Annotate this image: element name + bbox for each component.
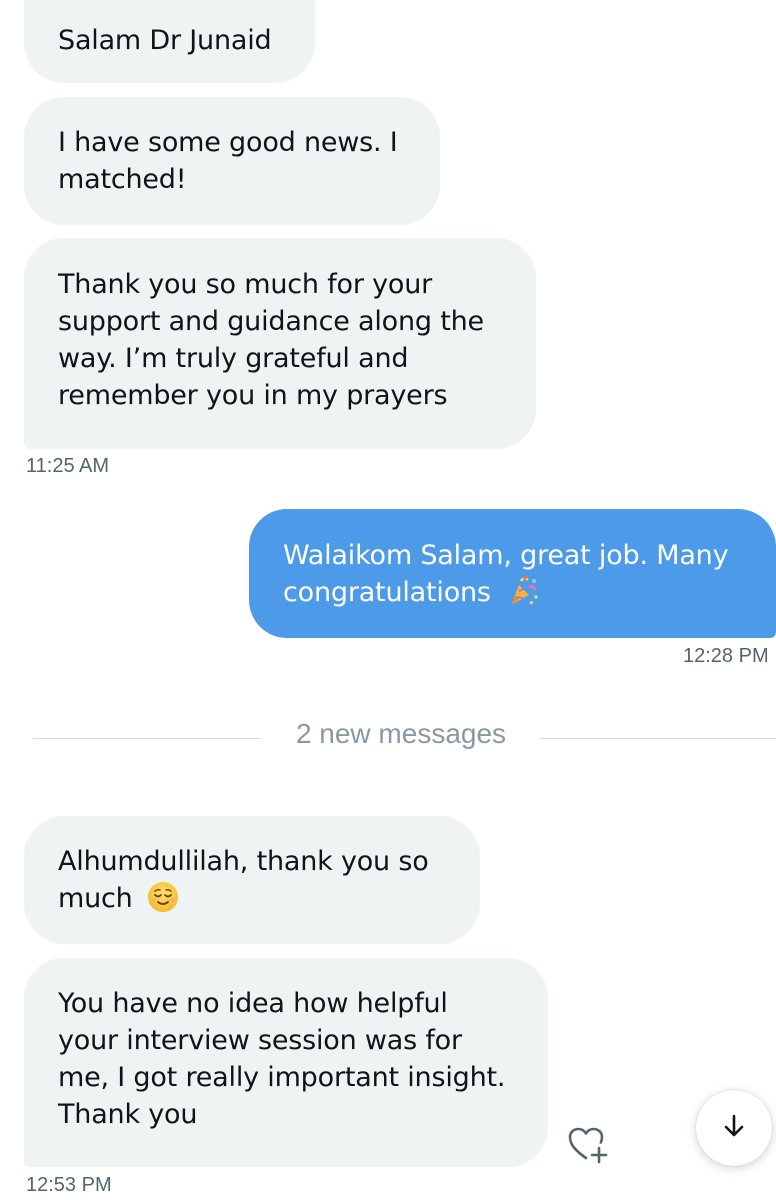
divider-line-right	[540, 738, 776, 739]
message-text: much	[58, 883, 133, 914]
message-text: Alhumdullilah, thank you so	[58, 846, 429, 877]
relieved-face-emoji	[147, 881, 179, 923]
message-text: support and guidance along the	[58, 306, 484, 337]
message-text: Salam Dr Junaid	[58, 25, 272, 56]
message-bubble-incoming[interactable]: Alhumdullilah, thank you so much	[24, 816, 480, 944]
message-text: You have no idea how helpful	[58, 988, 448, 1019]
message-timestamp: 12:53 PM	[26, 1174, 112, 1196]
heart-plus-icon	[566, 1127, 610, 1170]
message-text: Walaikom Salam, great job. Many	[283, 540, 729, 571]
message-text: I have some good news. I	[58, 127, 398, 158]
message-text: way. I’m truly grateful and	[58, 343, 409, 374]
message-text: matched!	[58, 164, 187, 195]
divider-line-left	[33, 738, 261, 739]
message-bubble-incoming[interactable]: Salam Dr Junaid	[24, 0, 315, 83]
message-bubble-incoming[interactable]: Thank you so much for your support and g…	[24, 238, 536, 449]
add-reaction-button[interactable]	[566, 1122, 610, 1166]
scroll-to-bottom-button[interactable]	[696, 1090, 772, 1166]
message-timestamp: 11:25 AM	[26, 455, 110, 477]
message-text: me, I got really important insight.	[58, 1062, 506, 1093]
message-text: congratulations	[283, 577, 491, 608]
message-timestamp: 12:28 PM	[683, 645, 769, 667]
message-text: Thank you	[58, 1099, 198, 1130]
message-text: Thank you so much for your	[58, 269, 433, 300]
message-line: congratulations	[283, 574, 748, 617]
message-bubble-incoming[interactable]: You have no idea how helpful your interv…	[24, 958, 548, 1167]
arrow-down-icon	[720, 1112, 748, 1144]
message-line: much	[58, 880, 448, 923]
message-bubble-incoming[interactable]: I have some good news. I matched!	[24, 97, 440, 225]
message-bubble-outgoing[interactable]: Walaikom Salam, great job. Many congratu…	[249, 509, 776, 638]
confetti-emoji	[505, 575, 541, 617]
message-text: remember you in my prayers	[58, 380, 448, 411]
new-messages-divider: 2 new messages	[270, 718, 532, 750]
message-text: your interview session was for	[58, 1025, 462, 1056]
